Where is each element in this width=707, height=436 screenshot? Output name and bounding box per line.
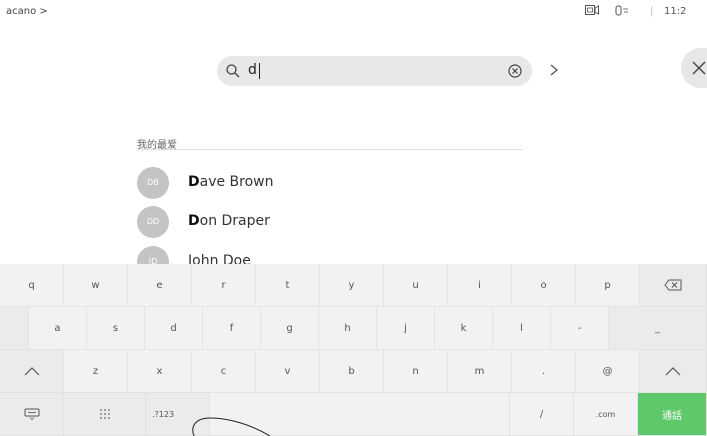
key-f[interactable]: f	[203, 307, 261, 350]
key-w[interactable]: w	[64, 264, 128, 307]
close-icon	[692, 61, 706, 75]
search-value: d	[248, 62, 257, 78]
key-d[interactable]: d	[145, 307, 203, 350]
shift-key-left[interactable]	[0, 350, 64, 393]
key-b[interactable]: b	[320, 350, 384, 393]
key-i[interactable]: i	[448, 264, 512, 307]
contact-name: Don Draper	[188, 213, 270, 229]
call-button[interactable]: 通話	[638, 393, 707, 436]
key-k[interactable]: k	[435, 307, 493, 350]
key-spacer	[0, 307, 29, 350]
shift-icon	[665, 367, 681, 376]
hide-keyboard-key[interactable]	[0, 393, 64, 436]
on-screen-keyboard: q w e r t y u i o p a s d f g h j k l - …	[0, 264, 707, 436]
camera-icon[interactable]	[585, 5, 599, 16]
search-icon	[226, 64, 240, 78]
dialpad-key[interactable]	[64, 393, 146, 436]
key-j[interactable]: j	[377, 307, 435, 350]
key-at[interactable]: @	[576, 350, 640, 393]
chevron-right-icon[interactable]	[548, 60, 560, 80]
key-a[interactable]: a	[29, 307, 87, 350]
key-l[interactable]: l	[493, 307, 551, 350]
key-hyphen[interactable]: -	[551, 307, 609, 350]
key-e[interactable]: e	[128, 264, 192, 307]
breadcrumb[interactable]: acano >	[6, 6, 48, 17]
key-g[interactable]: g	[261, 307, 319, 350]
section-divider	[137, 149, 522, 150]
dialpad-icon	[99, 409, 110, 419]
key-period[interactable]: .	[512, 350, 576, 393]
key-h[interactable]: h	[319, 307, 377, 350]
key-r[interactable]: r	[192, 264, 256, 307]
keyboard-icon	[24, 408, 39, 420]
key-v[interactable]: v	[256, 350, 320, 393]
swipe-gesture-overlay	[192, 417, 271, 436]
key-t[interactable]: t	[256, 264, 320, 307]
avatar: DB	[137, 167, 169, 199]
clear-icon[interactable]	[508, 64, 522, 78]
key-y[interactable]: y	[320, 264, 384, 307]
key-slash[interactable]: /	[510, 393, 574, 436]
avatar: DD	[137, 206, 169, 238]
microphone-icon[interactable]	[615, 5, 629, 17]
key-u[interactable]: u	[384, 264, 448, 307]
key-dotcom[interactable]: .com	[574, 393, 638, 436]
key-q[interactable]: q	[0, 264, 64, 307]
key-z[interactable]: z	[64, 350, 128, 393]
backspace-key[interactable]	[640, 264, 707, 307]
search-input[interactable]: d	[217, 56, 532, 86]
key-underscore[interactable]: _	[609, 307, 707, 350]
key-m[interactable]: m	[448, 350, 512, 393]
top-bar: acano > | 11:2	[0, 0, 707, 40]
key-o[interactable]: o	[512, 264, 576, 307]
shift-icon	[24, 367, 39, 376]
close-button[interactable]	[681, 48, 707, 88]
clock: 11:2	[664, 6, 687, 17]
key-x[interactable]: x	[128, 350, 192, 393]
divider: |	[650, 6, 654, 17]
key-p[interactable]: p	[576, 264, 640, 307]
contact-name: Dave Brown	[188, 174, 274, 190]
key-n[interactable]: n	[384, 350, 448, 393]
key-s[interactable]: s	[87, 307, 145, 350]
key-c[interactable]: c	[192, 350, 256, 393]
shift-key-right[interactable]	[640, 350, 707, 393]
backspace-icon	[664, 279, 682, 291]
text-cursor	[259, 63, 260, 79]
